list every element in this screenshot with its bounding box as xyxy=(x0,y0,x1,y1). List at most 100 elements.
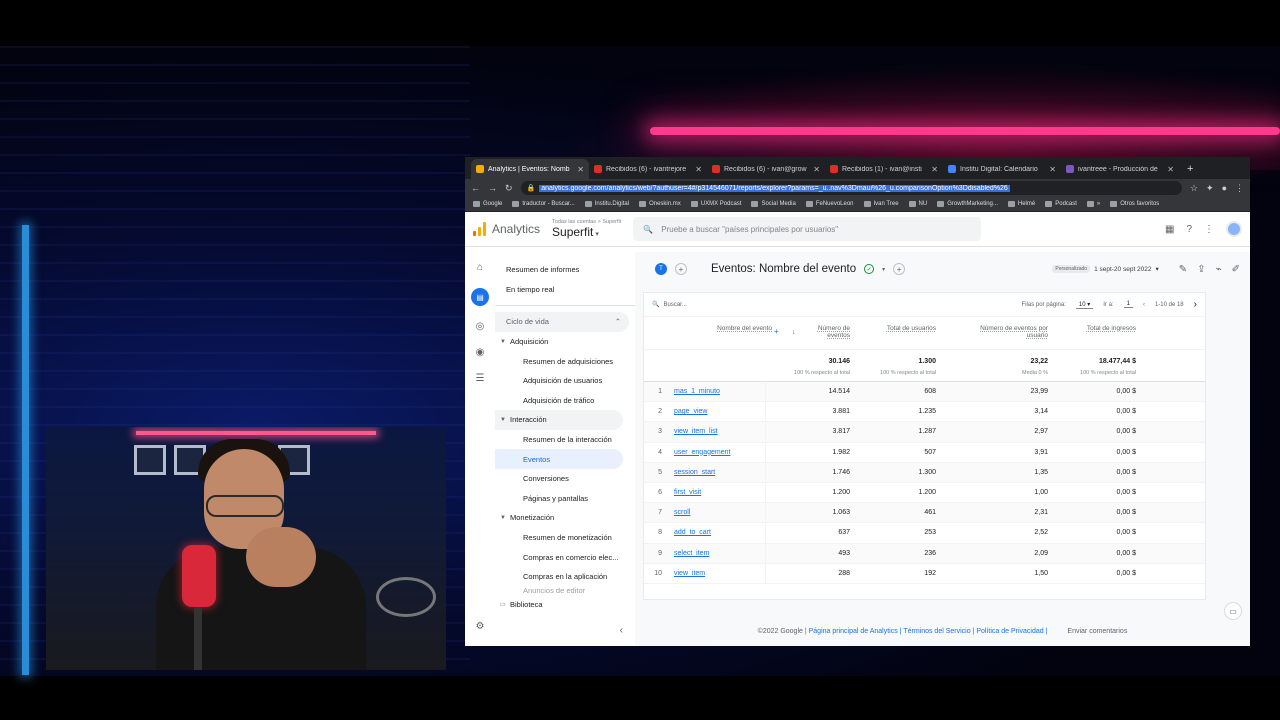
bookmark-item[interactable]: Otros favoritos xyxy=(1110,201,1159,207)
nav-item[interactable]: Compras en comercio elec... xyxy=(495,547,635,567)
event-name-link[interactable]: add_to_cart xyxy=(674,529,711,536)
rows-per-page-select[interactable]: 10 ▾ xyxy=(1075,301,1094,309)
event-name-link[interactable]: mas_1_minuto xyxy=(674,388,720,395)
forward-icon[interactable]: → xyxy=(488,183,497,193)
close-tab-icon[interactable]: ✕ xyxy=(577,165,584,174)
close-tab-icon[interactable]: ✕ xyxy=(813,165,820,174)
add-dimension-icon[interactable]: + xyxy=(774,327,779,336)
nav-group-acquisition[interactable]: ▼ Adquisición xyxy=(495,332,635,352)
bookmark-item[interactable]: Social Media xyxy=(751,201,796,207)
bookmark-item[interactable]: Helmé xyxy=(1007,201,1035,207)
event-name-link[interactable]: view_item xyxy=(674,570,705,577)
next-page-icon[interactable]: › xyxy=(1194,299,1197,310)
nav-section-lifecycle[interactable]: Ciclo de vida ⌃ xyxy=(495,312,629,332)
property-picker[interactable]: Todas las cuentas > Superfit Superfit ▾ xyxy=(552,219,621,239)
url-bar[interactable]: 🔒 analytics.google.com/analytics/web/?aut… xyxy=(520,181,1182,195)
add-comparison-icon[interactable]: + xyxy=(675,263,687,275)
bookmark-star-icon[interactable]: ☆ xyxy=(1190,183,1198,194)
close-tab-icon[interactable]: ✕ xyxy=(1167,165,1174,174)
event-name-link[interactable]: page_view xyxy=(674,408,707,415)
bookmark-item[interactable]: traductor - Buscar... xyxy=(512,201,575,207)
avatar[interactable] xyxy=(1226,221,1242,237)
event-name-link[interactable]: user_engagement xyxy=(674,449,730,456)
nav-group-monetization[interactable]: ▼ Monetización xyxy=(495,508,635,528)
chevron-down-icon[interactable]: ▾ xyxy=(882,266,885,273)
collapse-nav-icon[interactable]: ‹ xyxy=(620,625,623,636)
browser-tab[interactable]: Recibidos (6) - ivantrejore ✕ xyxy=(589,159,707,179)
event-name-link[interactable]: first_visit xyxy=(674,489,701,496)
nav-item-events[interactable]: Eventos xyxy=(495,449,623,469)
table-search[interactable]: 🔍 Buscar... xyxy=(652,301,687,309)
col-event-count[interactable]: Número de eventos xyxy=(804,325,850,339)
back-icon[interactable]: ← xyxy=(471,183,480,193)
configure-icon[interactable]: ☰ xyxy=(476,373,485,384)
comparison-badge[interactable]: T xyxy=(655,263,667,275)
nav-item-reports-snapshot[interactable]: Resumen de informes xyxy=(495,260,635,280)
footer-links[interactable]: Página principal de Analytics | Términos… xyxy=(809,628,1048,635)
advertising-icon[interactable]: ◉ xyxy=(476,347,485,358)
insights-icon[interactable]: ⌁ xyxy=(1216,264,1222,275)
nav-item[interactable]: Adquisición de usuarios xyxy=(495,371,635,391)
goto-input[interactable]: 1 xyxy=(1123,301,1133,308)
browser-tab[interactable]: Recibidos (6) - ivan@grow ✕ xyxy=(707,159,825,179)
nav-item-library[interactable]: ▭ Biblioteca xyxy=(495,595,635,615)
help-icon[interactable]: ? xyxy=(1186,224,1192,235)
col-total-revenue[interactable]: Total de ingresos xyxy=(1064,325,1136,332)
nav-item[interactable]: Resumen de monetización xyxy=(495,528,635,548)
close-tab-icon[interactable]: ✕ xyxy=(695,165,702,174)
bookmark-item[interactable]: Google xyxy=(473,201,502,207)
event-name-link[interactable]: view_item_list xyxy=(674,428,718,435)
nav-item[interactable]: Resumen de la interacción xyxy=(495,430,635,450)
profile-icon[interactable]: ● xyxy=(1222,183,1227,193)
browser-tab[interactable]: Institu Digital: Calendario ✕ xyxy=(943,159,1061,179)
nav-item[interactable]: Anuncios de editor xyxy=(495,587,635,595)
bookmark-item[interactable]: Institu.Digital xyxy=(584,201,629,207)
browser-tab[interactable]: Recibidos (1) - ivan@insti ✕ xyxy=(825,159,943,179)
explore-icon[interactable]: ◎ xyxy=(476,321,485,332)
nav-item-realtime[interactable]: En tiempo real xyxy=(495,280,635,300)
nav-item[interactable]: Conversiones xyxy=(495,469,635,489)
search-input[interactable]: 🔍 Pruebe a buscar "países principales por… xyxy=(633,217,982,241)
browser-tab[interactable]: ivantreee - Producción de ✕ xyxy=(1061,159,1179,179)
col-events-per-user[interactable]: Número de eventos por usuario xyxy=(960,325,1048,339)
close-tab-icon[interactable]: ✕ xyxy=(1049,165,1056,174)
bookmark-item[interactable]: » xyxy=(1086,201,1100,207)
bookmark-item[interactable]: FeNuevoLeon xyxy=(805,201,854,207)
new-tab-icon[interactable]: + xyxy=(1179,159,1201,179)
event-name-link[interactable]: session_start xyxy=(674,469,715,476)
browser-tab[interactable]: Analytics | Eventos: Nomb ✕ xyxy=(471,159,589,179)
sort-down-icon[interactable]: ↓ xyxy=(792,329,796,336)
home-icon[interactable]: ⌂ xyxy=(477,262,483,273)
gear-icon[interactable]: ⚙ xyxy=(476,621,485,632)
extensions-icon[interactable]: ✦ xyxy=(1206,183,1214,194)
nav-group-engagement[interactable]: ▼ Interacción xyxy=(495,410,623,430)
edit-icon[interactable]: ✐ xyxy=(1232,264,1240,275)
nav-item[interactable]: Páginas y pantallas xyxy=(495,489,635,509)
nav-item[interactable]: Compras en la aplicación xyxy=(495,567,635,587)
bookmark-item[interactable]: Podcast xyxy=(1045,201,1077,207)
col-event-name[interactable]: Nombre del evento xyxy=(702,325,772,332)
bookmark-item[interactable]: UXMX Podcast xyxy=(690,201,741,207)
add-filter-icon[interactable]: + xyxy=(893,263,906,275)
bookmark-item[interactable]: Ivan Tree xyxy=(863,201,899,207)
event-name-link[interactable]: scroll xyxy=(674,509,690,516)
bookmark-item[interactable]: GrowthMarketing... xyxy=(937,201,998,207)
nav-item[interactable]: Resumen de adquisiciones xyxy=(495,351,635,371)
share-icon[interactable]: ⇪ xyxy=(1197,264,1205,275)
reload-icon[interactable]: ↻ xyxy=(505,183,513,194)
date-range-picker[interactable]: Personalizado 1 sept-20 sept 2022 ▾ xyxy=(1052,265,1159,273)
more-vert-icon[interactable]: ⋮ xyxy=(1204,224,1214,235)
customize-report-icon[interactable]: ✎ xyxy=(1179,264,1187,275)
feedback-icon[interactable]: ▭ xyxy=(1224,602,1242,620)
col-total-users[interactable]: Total de usuarios xyxy=(868,325,936,332)
close-tab-icon[interactable]: ✕ xyxy=(931,165,938,174)
nav-item[interactable]: Adquisición de tráfico xyxy=(495,391,635,411)
bookmark-item[interactable]: NU xyxy=(908,201,927,207)
check-circle-icon[interactable]: ✓ xyxy=(864,264,875,274)
bookmark-item[interactable]: Oneskin.mx xyxy=(639,201,681,207)
browser-menu-icon[interactable]: ⋮ xyxy=(1235,183,1244,194)
apps-grid-icon[interactable]: ▦ xyxy=(1165,224,1174,235)
send-feedback-link[interactable]: Enviar comentarios xyxy=(1067,628,1127,635)
prev-page-icon[interactable]: ‹ xyxy=(1143,302,1145,308)
reports-icon[interactable]: ▤ xyxy=(471,288,489,306)
